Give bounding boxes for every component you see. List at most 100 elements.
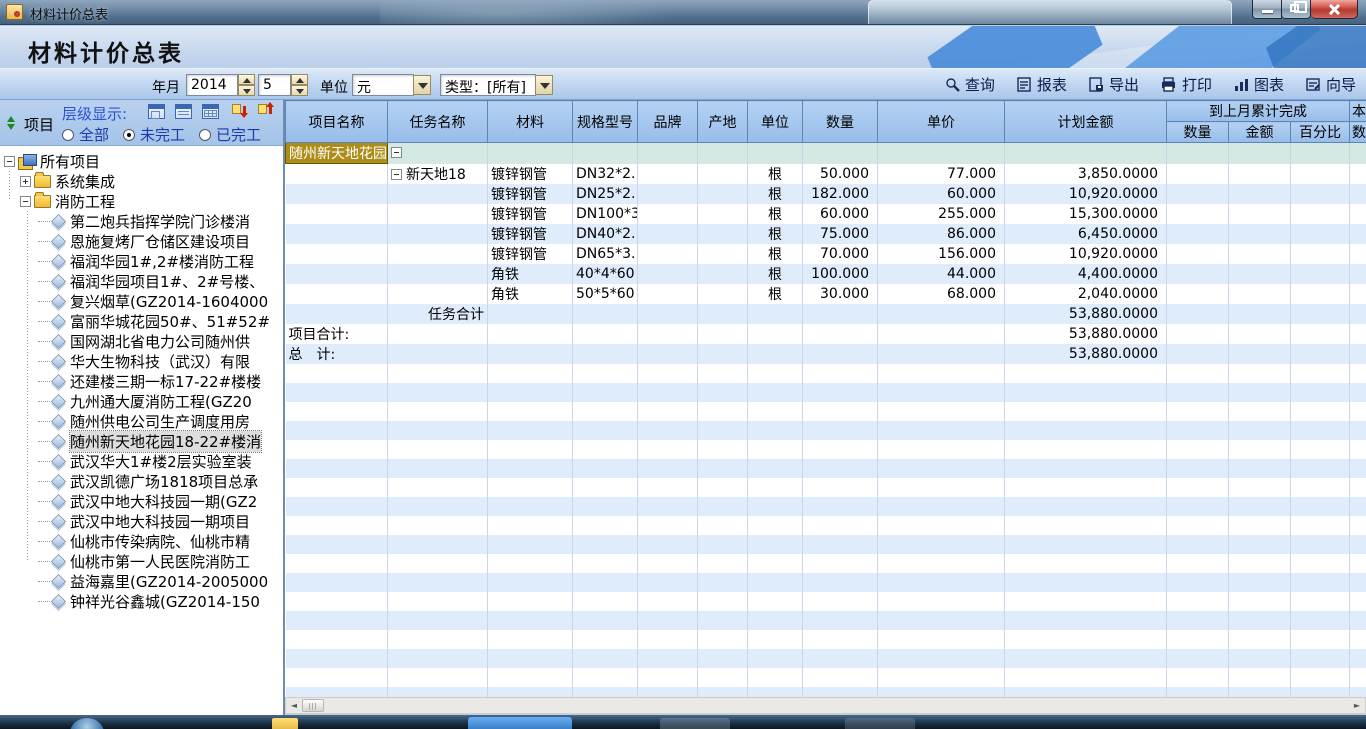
cell-task[interactable] bbox=[388, 649, 488, 668]
cell-spec[interactable] bbox=[573, 344, 638, 364]
start-orb-icon[interactable] bbox=[70, 718, 104, 729]
cell-project[interactable] bbox=[286, 687, 388, 698]
cell-origin[interactable] bbox=[698, 592, 748, 611]
column-subheader-cum_qty[interactable]: 数量 bbox=[1167, 122, 1229, 143]
cell-qty[interactable] bbox=[803, 364, 878, 383]
cell-material[interactable] bbox=[488, 383, 573, 402]
sort-ascending-icon[interactable] bbox=[258, 104, 274, 119]
tree-item-project[interactable]: 随州供电公司生产调度用房 bbox=[38, 411, 279, 431]
table-horizontal-scrollbar[interactable]: ◄ ► bbox=[285, 697, 1366, 714]
cell-partial[interactable] bbox=[1350, 184, 1366, 204]
sort-descending-icon[interactable] bbox=[232, 104, 248, 119]
cell-price[interactable]: 60.000 bbox=[878, 184, 1005, 204]
cell-partial[interactable] bbox=[1350, 402, 1366, 421]
cell-cum_qty[interactable] bbox=[1167, 668, 1229, 687]
cell-cum_pct[interactable] bbox=[1291, 204, 1350, 224]
cell-task[interactable] bbox=[388, 630, 488, 649]
tree-item-project[interactable]: 恩施复烤厂仓储区建设项目 bbox=[38, 231, 279, 251]
tree-item-label[interactable]: 福润华园项目1#、2#号楼、 bbox=[70, 271, 264, 292]
scroll-left-icon[interactable]: ◄ bbox=[288, 700, 300, 711]
tree-item-project[interactable]: 福润华园项目1#、2#号楼、 bbox=[38, 271, 279, 291]
tree-item-project[interactable]: 九州通大厦消防工程(GZ20 bbox=[38, 391, 279, 411]
cell-project[interactable] bbox=[286, 244, 388, 264]
cell-partial[interactable] bbox=[1350, 364, 1366, 383]
cell-cum_qty[interactable] bbox=[1167, 592, 1229, 611]
cell-cum_qty[interactable] bbox=[1167, 244, 1229, 264]
cell-qty[interactable] bbox=[803, 497, 878, 516]
close-button[interactable] bbox=[1311, 0, 1358, 19]
cell-project[interactable]: 随州新天地花园 bbox=[286, 143, 388, 164]
cell-unit[interactable] bbox=[748, 478, 803, 497]
cell-unit[interactable]: 根 bbox=[748, 224, 803, 244]
cell-qty[interactable] bbox=[803, 554, 878, 573]
cell-partial[interactable] bbox=[1350, 204, 1366, 224]
cell-brand[interactable] bbox=[638, 440, 698, 459]
cell-cum_amount[interactable] bbox=[1229, 143, 1291, 164]
cell-cum_amount[interactable] bbox=[1229, 668, 1291, 687]
cell-amount[interactable] bbox=[1005, 516, 1167, 535]
cell-project[interactable] bbox=[286, 459, 388, 478]
collapse-icon[interactable] bbox=[20, 196, 31, 207]
cell-price[interactable] bbox=[878, 402, 1005, 421]
cell-cum_qty[interactable] bbox=[1167, 402, 1229, 421]
radio-已完工[interactable]: 已完工 bbox=[199, 124, 261, 145]
tree-item-project[interactable]: 国网湖北省电力公司随州供 bbox=[38, 331, 279, 351]
cell-material[interactable] bbox=[488, 687, 573, 698]
cell-task[interactable] bbox=[388, 459, 488, 478]
cell-origin[interactable] bbox=[698, 143, 748, 164]
cell-partial[interactable] bbox=[1350, 478, 1366, 497]
cell-price[interactable] bbox=[878, 497, 1005, 516]
cell-partial[interactable] bbox=[1350, 224, 1366, 244]
cell-qty[interactable] bbox=[803, 611, 878, 630]
cell-project[interactable] bbox=[286, 402, 388, 421]
cell-qty[interactable] bbox=[803, 344, 878, 364]
column-header-material[interactable]: 材料 bbox=[488, 101, 573, 143]
cell-amount[interactable] bbox=[1005, 459, 1167, 478]
cell-cum_pct[interactable] bbox=[1291, 687, 1350, 698]
cell-brand[interactable] bbox=[638, 687, 698, 698]
cell-unit[interactable] bbox=[748, 497, 803, 516]
cell-cum_qty[interactable] bbox=[1167, 364, 1229, 383]
tree-item-folder[interactable]: 消防工程 bbox=[20, 191, 279, 211]
cell-amount[interactable] bbox=[1005, 554, 1167, 573]
cell-origin[interactable] bbox=[698, 516, 748, 535]
cell-amount[interactable] bbox=[1005, 402, 1167, 421]
column-group-header-cumulative[interactable]: 到上月累计完成 bbox=[1167, 101, 1350, 122]
cell-price[interactable]: 44.000 bbox=[878, 264, 1005, 284]
cell-partial[interactable] bbox=[1350, 421, 1366, 440]
cell-cum_pct[interactable] bbox=[1291, 344, 1350, 364]
cell-brand[interactable] bbox=[638, 164, 698, 184]
cell-task[interactable] bbox=[388, 204, 488, 224]
cell-partial[interactable] bbox=[1350, 649, 1366, 668]
column-header-qty[interactable]: 数量 bbox=[803, 101, 878, 143]
column-header-price[interactable]: 单价 bbox=[878, 101, 1005, 143]
cell-spec[interactable] bbox=[573, 668, 638, 687]
cell-cum_pct[interactable] bbox=[1291, 421, 1350, 440]
tree-item-label[interactable]: 钟祥光谷鑫城(GZ2014-150 bbox=[70, 591, 260, 612]
cell-spec[interactable]: DN32*2. bbox=[573, 164, 638, 184]
cell-brand[interactable] bbox=[638, 592, 698, 611]
cell-unit[interactable] bbox=[748, 516, 803, 535]
cell-partial[interactable] bbox=[1350, 459, 1366, 478]
taskbar-app-button[interactable] bbox=[845, 718, 915, 729]
cell-amount[interactable]: 2,040.0000 bbox=[1005, 284, 1167, 304]
cell-cum_amount[interactable] bbox=[1229, 687, 1291, 698]
cell-spec[interactable] bbox=[573, 143, 638, 164]
cell-amount[interactable] bbox=[1005, 440, 1167, 459]
cell-unit[interactable] bbox=[748, 554, 803, 573]
cell-amount[interactable] bbox=[1005, 421, 1167, 440]
cell-qty[interactable] bbox=[803, 630, 878, 649]
cell-cum_amount[interactable] bbox=[1229, 364, 1291, 383]
cell-qty[interactable] bbox=[803, 383, 878, 402]
cell-origin[interactable] bbox=[698, 164, 748, 184]
cell-task[interactable] bbox=[388, 364, 488, 383]
cell-cum_qty[interactable] bbox=[1167, 304, 1229, 324]
cell-partial[interactable] bbox=[1350, 516, 1366, 535]
cell-cum_pct[interactable] bbox=[1291, 592, 1350, 611]
cell-project[interactable] bbox=[286, 516, 388, 535]
cell-task[interactable] bbox=[388, 668, 488, 687]
cell-amount[interactable] bbox=[1005, 668, 1167, 687]
tree-item-label[interactable]: 武汉华大1#楼2层实验室装 bbox=[70, 451, 252, 472]
cell-partial[interactable] bbox=[1350, 264, 1366, 284]
cell-price[interactable] bbox=[878, 516, 1005, 535]
